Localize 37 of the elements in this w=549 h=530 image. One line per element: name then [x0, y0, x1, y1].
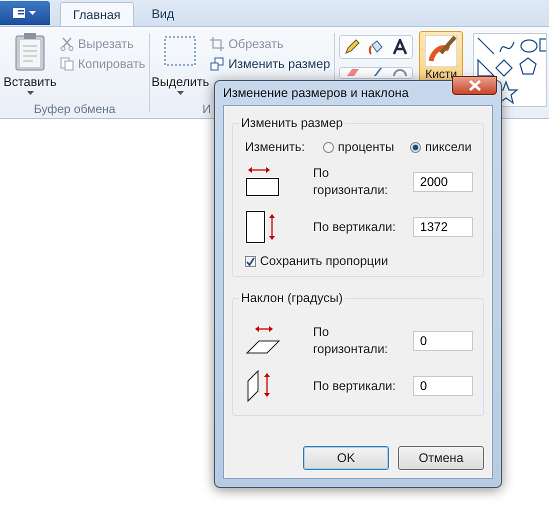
field-label: По вертикали:: [313, 218, 397, 236]
field-label: По горизонтали:: [313, 165, 389, 199]
horizontal-skew-icon: [245, 326, 281, 356]
input-field[interactable]: 0: [413, 331, 473, 351]
ribbon-tab[interactable]: Вид: [140, 2, 186, 26]
input-field[interactable]: 1372: [413, 217, 473, 237]
group-label: Буфер обмена: [34, 102, 116, 116]
menu-icon: [12, 7, 38, 19]
ribbon-tab[interactable]: Главная: [60, 2, 134, 26]
copy-icon: [60, 57, 74, 71]
field-label: По горизонтали:: [313, 324, 389, 358]
group-label: И: [202, 102, 211, 116]
field-label: По вертикали:: [313, 378, 397, 394]
app-menu-button[interactable]: [0, 1, 50, 25]
caret-icon: [26, 91, 34, 95]
scissors-icon: [60, 37, 74, 51]
ribbon-large-button[interactable]: Вставить: [4, 31, 56, 95]
dialog-title: Изменение размеров и наклона: [223, 86, 409, 100]
ok-button[interactable]: OK: [303, 446, 389, 470]
input-field[interactable]: 2000: [413, 172, 473, 192]
ribbon-large-button[interactable]: Выделить: [154, 31, 206, 95]
radio-option[interactable]: пиксели: [410, 140, 472, 154]
input-field[interactable]: 0: [413, 376, 473, 396]
cancel-button[interactable]: Отмена: [398, 446, 484, 470]
radio-option[interactable]: проценты: [322, 140, 394, 154]
group-title: Изменить размер: [240, 116, 344, 130]
checkbox-option[interactable]: Сохранить пропорции: [245, 254, 473, 268]
checkmark-icon: [246, 256, 255, 266]
close-icon: [468, 80, 482, 91]
field-label: Изменить:: [245, 140, 305, 154]
ribbon-button[interactable]: Изменить размер: [210, 57, 330, 71]
resize-icon: [210, 57, 224, 71]
clipboard-icon: [13, 31, 47, 71]
crop-icon: [210, 37, 224, 51]
caret-icon: [176, 91, 184, 95]
horizontal-resize-icon: [245, 167, 281, 197]
group-title: Наклон (градусы): [240, 291, 344, 305]
